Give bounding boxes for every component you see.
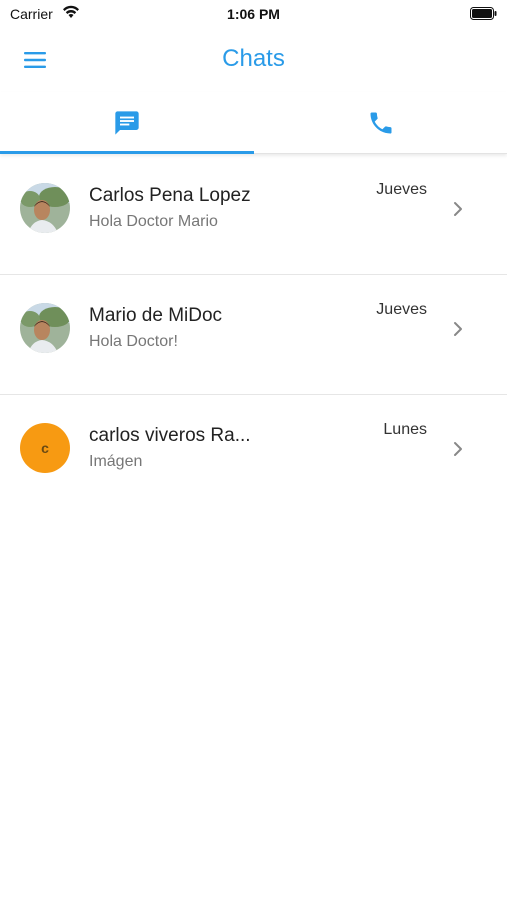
chat-preview: Hola Doctor Mario [89,213,218,230]
chat-row[interactable]: c carlos viveros Ra... Imágen Lunes [0,395,507,515]
avatar [20,183,70,233]
chat-day: Jueves [376,301,427,318]
chat-name: carlos viveros Ra... [89,425,251,446]
avatar-letter: c [41,440,49,456]
chat-row[interactable]: Mario de MiDoc Hola Doctor! Jueves [0,275,507,395]
chevron-right-icon [454,322,462,336]
tab-calls[interactable] [254,92,507,153]
chat-preview: Imágen [89,453,143,470]
chevron-right-icon [454,442,462,456]
battery-icon [470,7,497,20]
phone-icon [370,112,391,133]
active-tab-indicator [0,151,254,154]
tab-chats[interactable] [0,92,253,153]
avatar [20,303,70,353]
status-bar: Carrier 1:06 PM [0,0,507,28]
chat-row[interactable]: Carlos Pena Lopez Hola Doctor Mario Juev… [0,155,507,275]
chat-day: Jueves [376,181,427,198]
status-time: 1:06 PM [227,6,280,22]
page-title: Chats [222,45,285,72]
chat-bubble-icon [114,110,139,135]
chat-preview: Hola Doctor! [89,333,178,350]
nav-bar: Chats [0,28,507,92]
avatar: c [20,423,70,473]
chat-name: Carlos Pena Lopez [89,185,251,206]
chat-name: Mario de MiDoc [89,305,223,326]
chevron-right-icon [454,202,462,216]
chat-list: Carlos Pena Lopez Hola Doctor Mario Juev… [0,155,507,515]
tab-bar [0,92,507,154]
chat-day: Lunes [383,421,427,438]
